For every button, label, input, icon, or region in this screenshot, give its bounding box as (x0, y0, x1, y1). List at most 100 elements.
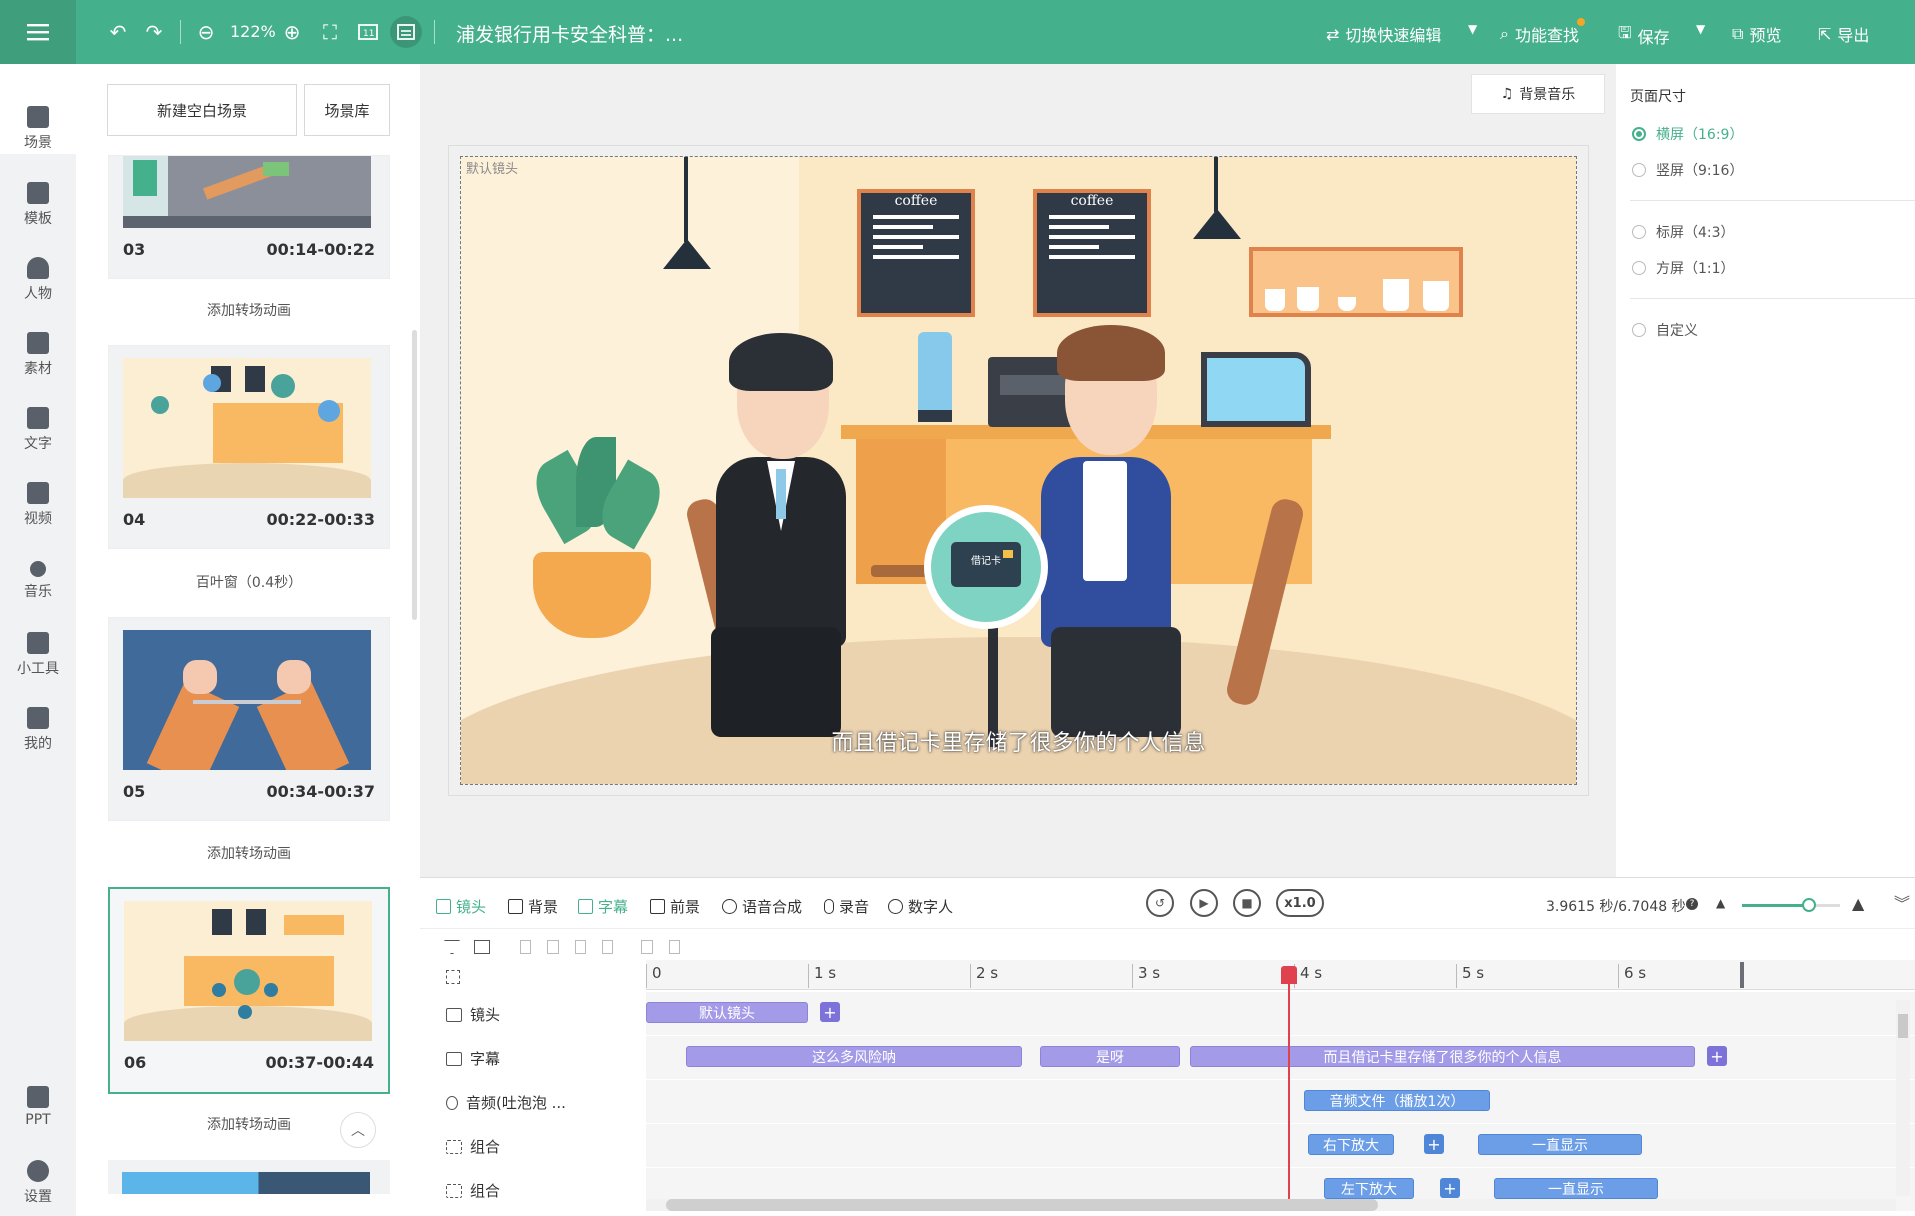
tab-tts[interactable]: 语音合成 (722, 896, 802, 917)
timeline-hscroll-thumb[interactable] (666, 1199, 1378, 1211)
zoom-slider-handle[interactable] (1802, 898, 1816, 912)
scene-panel-scrollbar[interactable] (412, 330, 417, 620)
clip-subtitle-1[interactable]: 这么多风险呐 (686, 1046, 1022, 1067)
nav-scenes[interactable]: 场景 (0, 106, 76, 152)
scene-card-06[interactable]: 06 00:37-00:44 (108, 887, 390, 1094)
nav-video[interactable]: 视频 (0, 482, 76, 528)
radio-custom[interactable]: 自定义 (1632, 320, 1698, 340)
scene-library-button[interactable]: 场景库 (304, 84, 390, 136)
stop-button[interactable]: ■ (1233, 889, 1261, 917)
distribute-h-icon[interactable] (641, 940, 653, 954)
plus-icon: + (1427, 1134, 1441, 1154)
nav-ppt[interactable]: PPT (0, 1086, 76, 1128)
zoom-large-icon[interactable]: ▲ (1852, 894, 1864, 913)
preview-button[interactable]: ⧉ 预览 (1732, 22, 1781, 46)
add-group1-button[interactable]: + (1424, 1134, 1444, 1154)
radio-4-3[interactable]: 标屏（4:3） (1632, 222, 1735, 242)
tab-record[interactable]: 录音 (824, 896, 869, 917)
undo-icon[interactable]: ↶ (106, 20, 130, 44)
export-button[interactable]: ⇱ 导出 (1818, 22, 1869, 46)
grid-icon[interactable] (446, 970, 460, 984)
stage-canvas[interactable]: coffee coffee 借记卡 默认镜头 而且借记卡里存储了很多你的个人信息 (460, 156, 1577, 785)
timeline-vscroll-thumb[interactable] (1898, 1014, 1908, 1038)
save-dropdown[interactable]: ▼ (1696, 22, 1705, 36)
clip-audio[interactable]: 音频文件（播放1次） (1304, 1090, 1490, 1111)
plus-icon: + (823, 1002, 837, 1022)
new-blank-scene-button[interactable]: 新建空白场景 (107, 84, 297, 136)
clip-subtitle-3[interactable]: 而且借记卡里存储了很多你的个人信息 (1190, 1046, 1695, 1067)
collapse-timeline-icon[interactable]: ︾ (1894, 890, 1910, 914)
collapse-up-button[interactable]: ︿ (340, 1112, 376, 1148)
playhead-handle[interactable] (1281, 966, 1297, 984)
fit-ratio-icon[interactable]: 11 (356, 20, 380, 44)
add-transition-link[interactable]: 添加转场动画 (108, 300, 390, 320)
tab-digital-human[interactable]: 数字人 (888, 896, 953, 917)
track-group-1[interactable] (646, 1124, 1915, 1168)
feature-search-button[interactable]: ⌕ 功能查找 (1500, 18, 1585, 46)
fullscreen-icon[interactable]: ⛶ (318, 20, 342, 44)
clip-camera-default[interactable]: 默认镜头 (646, 1002, 808, 1023)
radio-1-1[interactable]: 方屏（1:1） (1632, 258, 1735, 278)
clip-group1-show[interactable]: 一直显示 (1478, 1134, 1642, 1155)
nav-settings[interactable]: 设置 (0, 1160, 76, 1206)
clip-group1-zoom[interactable]: 右下放大 (1308, 1134, 1394, 1155)
replay-button[interactable]: ↺ (1146, 889, 1174, 917)
zoom-small-icon[interactable]: ▲ (1716, 896, 1725, 910)
nav-materials[interactable]: 素材 (0, 332, 76, 378)
align-top-icon[interactable] (601, 940, 614, 954)
add-transition-link[interactable]: 添加转场动画 (108, 843, 390, 863)
add-subtitle-button[interactable]: + (1707, 1046, 1727, 1066)
clip-group2-zoom[interactable]: 左下放大 (1324, 1178, 1414, 1199)
caret-down-icon: ▼ (1468, 22, 1478, 36)
nav-templates[interactable]: 模板 (0, 182, 76, 228)
radio-9-16[interactable]: 竖屏（9:16） (1632, 160, 1743, 180)
scene-card-07-partial[interactable] (108, 1160, 390, 1194)
scene-time: 00:14-00:22 (266, 240, 376, 259)
stage-subtitle[interactable]: 而且借记卡里存储了很多你的个人信息 (461, 725, 1576, 757)
help-icon[interactable]: ? (1686, 898, 1698, 910)
subtitle-toggle-icon[interactable] (390, 16, 422, 48)
background-music-button[interactable]: ♫ 背景音乐 (1471, 74, 1605, 114)
nav-text[interactable]: 文字 (0, 407, 76, 453)
redo-icon[interactable]: ↷ (142, 20, 166, 44)
toolbox-icon (27, 632, 49, 654)
speed-button[interactable]: x1.0 (1276, 889, 1324, 917)
quick-edit-dropdown[interactable]: ▼ (1468, 22, 1477, 36)
clip-group2-show[interactable]: 一直显示 (1494, 1178, 1658, 1199)
align-left-icon[interactable] (520, 940, 532, 954)
clip-subtitle-2[interactable]: 是呀 (1040, 1046, 1180, 1067)
save-button[interactable]: 🖫 保存 (1618, 22, 1670, 49)
transition-label[interactable]: 百叶窗（0.4秒） (108, 572, 390, 592)
quick-edit-button[interactable]: ⇄ 切换快速编辑 (1326, 22, 1441, 46)
ruler-tick-label: 1 s (814, 964, 837, 982)
radio-16-9[interactable]: 横屏（16:9） (1632, 124, 1743, 144)
tab-foreground[interactable]: 前景 (650, 896, 700, 917)
tab-background[interactable]: 背景 (508, 896, 558, 917)
ruler-tick-line (646, 964, 647, 988)
camera-icon (446, 1007, 462, 1022)
scene-card-03[interactable]: 03 00:14-00:22 (108, 155, 390, 279)
zoom-out-icon[interactable]: ⊖ (194, 20, 218, 44)
nav-characters[interactable]: 人物 (0, 257, 76, 303)
nav-music[interactable]: 音乐 (0, 557, 76, 601)
tab-subtitle[interactable]: 字幕 (578, 896, 628, 917)
add-group2-button[interactable]: + (1440, 1178, 1460, 1198)
add-camera-button[interactable]: + (820, 1002, 840, 1022)
play-button[interactable]: ▶ (1190, 889, 1218, 917)
align-center-icon[interactable] (547, 940, 559, 954)
layers-icon[interactable] (474, 940, 490, 954)
nav-tools[interactable]: 小工具 (0, 632, 76, 678)
zoom-slider[interactable] (1742, 898, 1840, 912)
scene-card-04[interactable]: 04 00:22-00:33 (108, 345, 390, 549)
distribute-v-icon[interactable] (668, 940, 680, 954)
menu-icon[interactable] (0, 0, 76, 64)
align-right-icon[interactable] (574, 940, 586, 954)
filter-icon[interactable] (444, 940, 460, 954)
tab-camera[interactable]: 镜头 (436, 896, 486, 917)
track-audio[interactable] (646, 1080, 1915, 1124)
nav-mine[interactable]: 我的 (0, 707, 76, 753)
zoom-in-icon[interactable]: ⊕ (280, 20, 304, 44)
scene-card-05[interactable]: 05 00:34-00:37 (108, 617, 390, 821)
row-label-group: 组合 (446, 1136, 500, 1157)
project-title[interactable]: 浦发银行用卡安全科普：... (456, 20, 683, 47)
